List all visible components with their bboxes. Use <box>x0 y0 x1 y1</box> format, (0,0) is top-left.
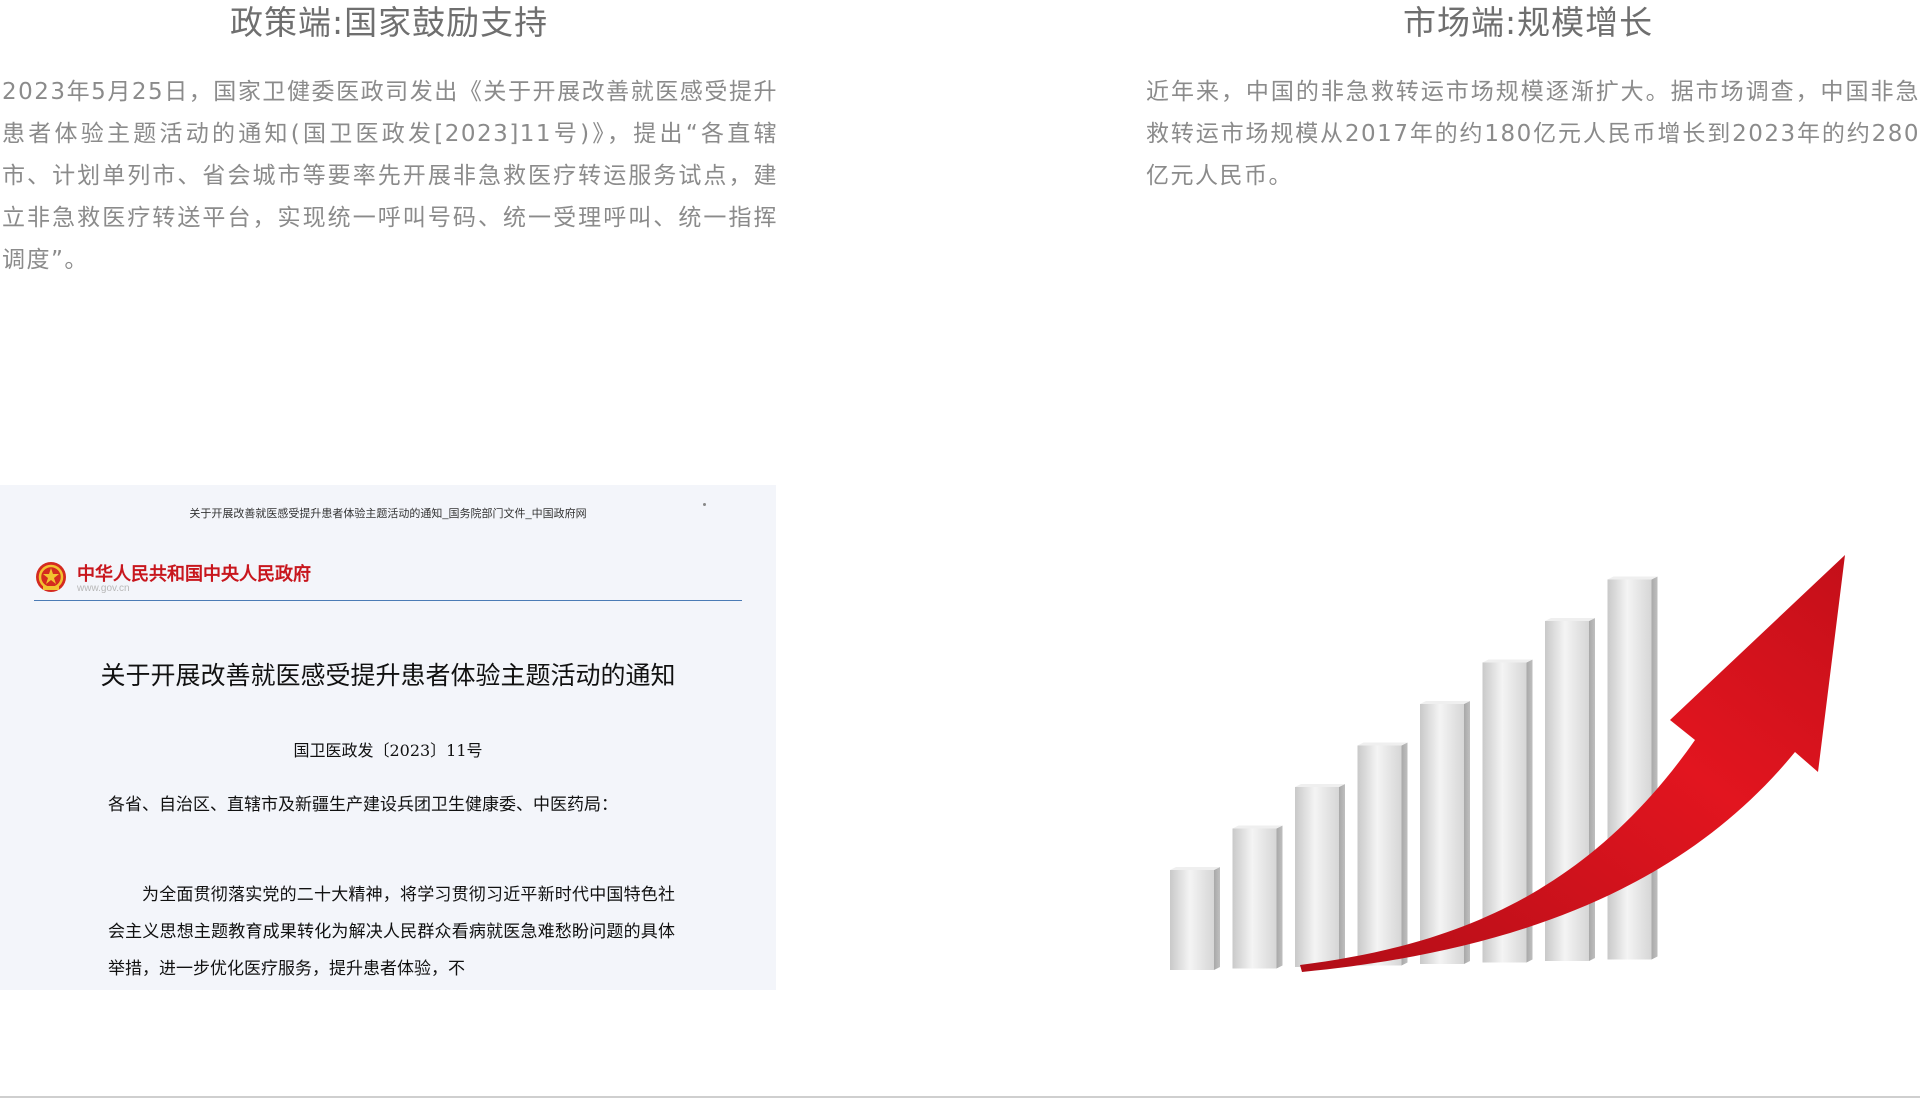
notice-heading: 关于开展改善就医感受提升患者体验主题活动的通知 <box>100 661 676 690</box>
bar-side <box>1589 618 1595 961</box>
growth-bars-arrow-illustration <box>1170 555 1845 972</box>
browser-page-title: 关于开展改善就医感受提升患者体验主题活动的通知_国务院部门文件_中国政府网 <box>189 508 587 520</box>
bar-side <box>1401 742 1408 966</box>
government-notice-screenshot: 关于开展改善就医感受提升患者体验主题活动的通知_国务院部门文件_中国政府网 中华… <box>0 485 776 990</box>
market-section-title: 市场端:规模增长 <box>1403 3 1654 42</box>
bar-top <box>1607 576 1658 580</box>
bar-top <box>1170 867 1220 870</box>
notice-salutation: 各省、自治区、直辖市及新疆生产建设兵团卫生健康委、中医药局： <box>108 795 618 815</box>
bar <box>1420 704 1464 964</box>
header-divider <box>34 600 742 601</box>
market-paragraph: 近年来，中国的非急救转运市场规模逐渐扩大。据市场调查，中国非急救转运市场规模从2… <box>1146 79 1920 189</box>
national-emblem-icon <box>36 562 66 592</box>
bar-top <box>1232 825 1283 829</box>
bar <box>1607 579 1652 960</box>
bar <box>1357 745 1402 966</box>
bar-top <box>1482 659 1533 663</box>
bar <box>1232 828 1277 969</box>
bar <box>1295 787 1339 967</box>
bar-top <box>1420 701 1470 704</box>
bar-top <box>1357 742 1408 746</box>
bar-side <box>1339 784 1345 967</box>
bottom-divider <box>0 1096 1920 1098</box>
policy-paragraph: 2023年5月25日，国家卫健委医政司发出《关于开展改善就医感受提升患者体验主题… <box>2 79 778 273</box>
bar-top <box>1295 784 1345 787</box>
notice-body: 为全面贯彻落实党的二十大精神，将学习贯彻习近平新时代中国特色社会主义思想主题教育… <box>108 885 675 979</box>
bar-side <box>1651 576 1658 960</box>
page-dot <box>703 503 706 506</box>
policy-section-title: 政策端:国家鼓励支持 <box>230 3 549 42</box>
notice-document-number: 国卫医政发〔2023〕11号 <box>293 741 483 760</box>
bar-top <box>1545 618 1595 621</box>
bar-side <box>1214 867 1220 970</box>
gov-site-url: www.gov.cn <box>77 583 130 594</box>
bar-group <box>1170 576 1658 970</box>
bar <box>1170 870 1214 970</box>
bar-side <box>1276 825 1283 969</box>
